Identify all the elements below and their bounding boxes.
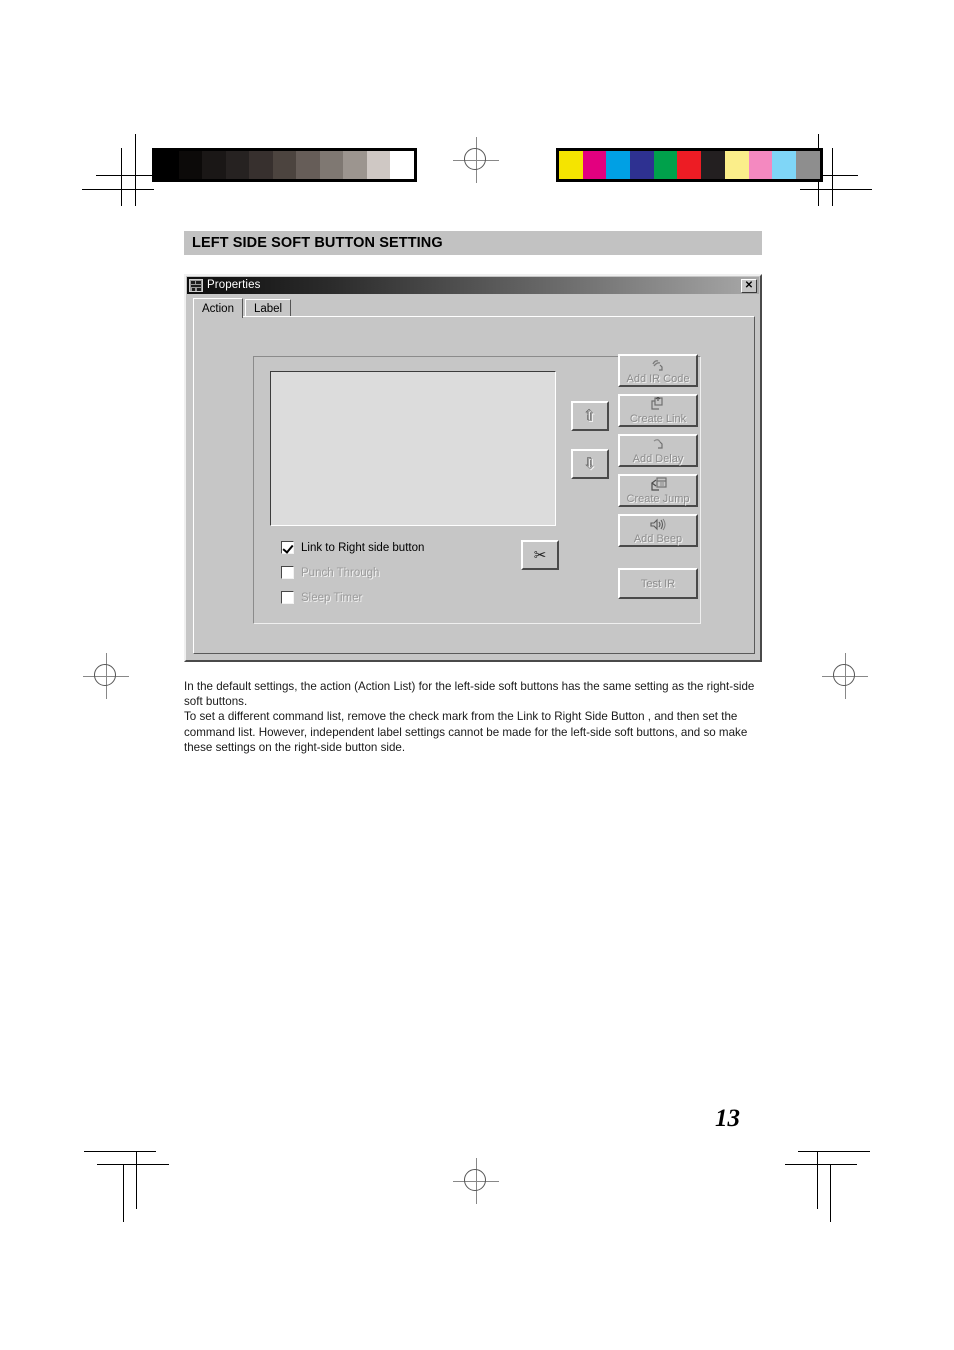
calibration-swatch <box>630 151 654 179</box>
dialog-titlebar[interactable]: Properties ✕ <box>187 277 759 294</box>
calibration-swatch <box>343 151 367 179</box>
reg-circle <box>464 1169 486 1191</box>
jump-window-icon <box>650 477 667 492</box>
delay-clock-icon <box>650 437 666 452</box>
calibration-swatch <box>155 151 179 179</box>
color-calibration-bar <box>556 148 823 182</box>
checkbox-link-to-right-side-button[interactable] <box>281 541 294 554</box>
calibration-swatch <box>178 151 202 179</box>
add-beep-button[interactable]: Add Beep <box>618 514 698 547</box>
crop-line <box>785 1164 857 1165</box>
speaker-icon <box>649 517 667 532</box>
crop-line <box>798 1151 870 1152</box>
reg-circle <box>94 664 116 686</box>
crop-line <box>135 134 136 206</box>
tab-label[interactable]: Label <box>244 299 292 317</box>
registration-mark-top <box>453 137 499 183</box>
checkbox-label-punch-through: Punch Through <box>301 566 380 579</box>
grayscale-calibration-bar <box>152 148 417 182</box>
arrow-down-icon: ⇩ <box>583 455 597 473</box>
reg-circle <box>833 664 855 686</box>
checkbox-row-link-to-right-side-button[interactable]: Link to Right side button <box>281 541 424 554</box>
crop-line <box>121 148 122 206</box>
page-title-text: LEFT SIDE SOFT BUTTON SETTING <box>192 235 443 251</box>
arrow-up-icon: ⇧ <box>583 407 597 425</box>
checkbox-row-punch-through[interactable]: Punch Through <box>281 566 379 579</box>
registration-mark-bottom <box>453 1158 499 1204</box>
cut-button[interactable]: ✂ <box>521 540 559 570</box>
calibration-swatch <box>701 151 725 179</box>
page-title: LEFT SIDE SOFT BUTTON SETTING <box>184 231 762 255</box>
calibration-swatch <box>748 151 773 179</box>
calibration-swatch <box>653 151 678 179</box>
tab-action[interactable]: Action <box>193 298 243 318</box>
calibration-swatch <box>272 151 296 179</box>
tab-strip: Action Label <box>193 298 755 318</box>
move-down-button[interactable]: ⇩ <box>571 449 609 479</box>
crop-line <box>830 1164 831 1222</box>
calibration-swatch <box>366 151 390 179</box>
checkbox-row-sleep-timer[interactable]: Sleep Timer <box>281 591 362 604</box>
add-delay-label: Add Delay <box>632 452 684 465</box>
crop-line <box>832 148 833 206</box>
crop-line <box>817 1151 818 1209</box>
registration-mark-left <box>83 653 129 699</box>
body-paragraph-1: In the default settings, the action (Act… <box>184 680 755 709</box>
checkbox-sleep-timer[interactable] <box>281 591 294 604</box>
move-up-button[interactable]: ⇧ <box>571 401 609 431</box>
calibration-swatch <box>677 151 702 179</box>
checkbox-punch-through[interactable] <box>281 566 294 579</box>
body-text: In the default settings, the action (Act… <box>184 679 764 755</box>
create-jump-button[interactable]: Create Jump <box>618 474 698 507</box>
link-arrows-icon <box>650 397 666 412</box>
body-paragraph-2: To set a different command list, remove … <box>184 710 748 754</box>
application-icon <box>189 279 203 292</box>
add-delay-button[interactable]: Add Delay <box>618 434 698 467</box>
create-link-label: Create Link <box>629 412 687 425</box>
add-ir-code-label: Add IR Code <box>626 372 690 385</box>
calibration-swatch <box>724 151 749 179</box>
reg-circle <box>464 148 486 170</box>
calibration-swatch <box>225 151 249 179</box>
calibration-swatch <box>319 151 343 179</box>
create-link-button[interactable]: Create Link <box>618 394 698 427</box>
calibration-swatch <box>249 151 273 179</box>
calibration-swatch <box>582 151 607 179</box>
page-number: 13 <box>715 1105 740 1132</box>
properties-dialog: Properties ✕ Action Label ⇧ ⇩ ✂ Add IR C… <box>184 274 762 662</box>
registration-mark-right <box>822 653 868 699</box>
calibration-swatch <box>795 151 820 179</box>
calibration-swatch <box>296 151 320 179</box>
action-list[interactable] <box>270 371 556 526</box>
checkbox-label-link-to-right-side-button: Link to Right side button <box>301 541 425 554</box>
dialog-title: Properties <box>207 279 261 291</box>
add-ir-code-button[interactable]: Add IR Code <box>618 354 698 387</box>
ir-signal-icon <box>650 357 666 372</box>
crop-line <box>800 189 872 190</box>
create-jump-label: Create Jump <box>626 492 690 505</box>
crop-line <box>136 1151 137 1209</box>
test-ir-label: Test IR <box>640 577 676 590</box>
calibration-swatch <box>606 151 631 179</box>
calibration-swatch <box>772 151 796 179</box>
crop-line <box>84 1151 156 1152</box>
crop-line <box>123 1164 124 1222</box>
calibration-swatch <box>202 151 226 179</box>
crop-line <box>97 1164 169 1165</box>
calibration-swatch <box>559 151 583 179</box>
close-icon[interactable]: ✕ <box>741 278 757 293</box>
add-beep-label: Add Beep <box>633 532 683 545</box>
checkbox-label-sleep-timer: Sleep Timer <box>301 591 363 604</box>
calibration-swatch <box>390 151 414 179</box>
scissors-icon: ✂ <box>533 546 547 564</box>
crop-line <box>82 189 154 190</box>
tab-page-action: ⇧ ⇩ ✂ Add IR Code Create Link Add Delay … <box>193 316 755 654</box>
test-ir-button[interactable]: Test IR <box>618 568 698 599</box>
